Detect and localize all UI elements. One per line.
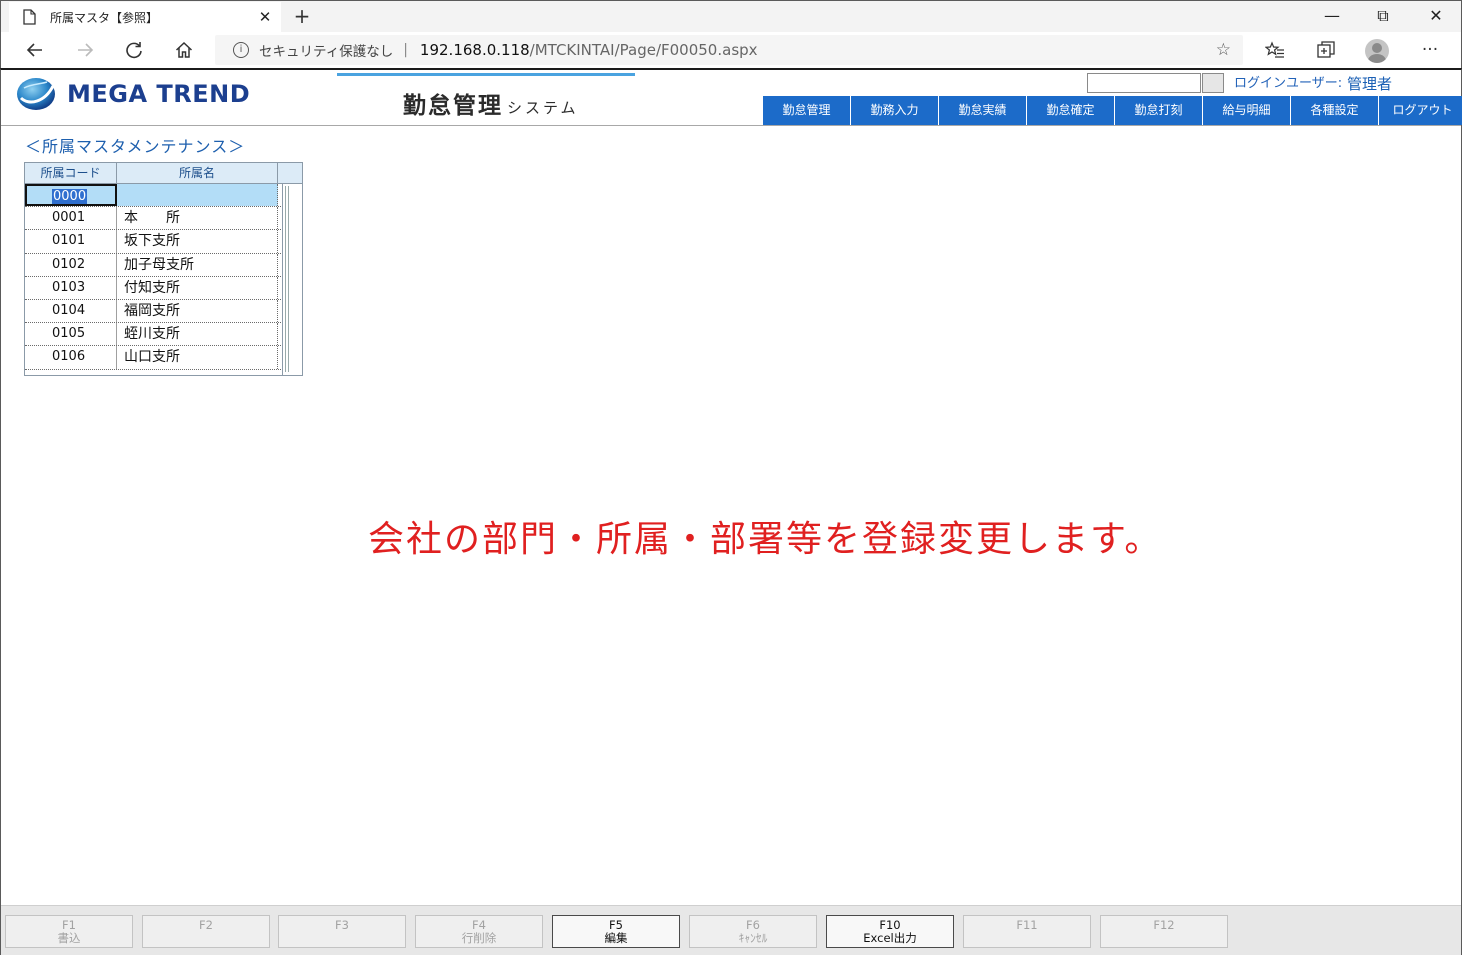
profile-avatar-icon[interactable]	[1365, 39, 1389, 63]
forward-arrow-icon[interactable]	[71, 37, 99, 63]
table-row[interactable]: 0106 山口支所	[25, 346, 281, 370]
cell-name[interactable]: 付知支所	[117, 276, 278, 299]
security-label: セキュリティ保護なし	[259, 44, 394, 60]
function-key-bar: F1 書込 F2 F3 F4 行削除 F5 編集 F6 ｷｬﾝｾﾙ F10 Excel出力…	[1, 905, 1461, 955]
menu-item-kyuyo-meisai[interactable]: 給与明細	[1203, 96, 1290, 125]
minimize-button[interactable]: —	[1317, 4, 1347, 28]
home-icon[interactable]	[170, 37, 198, 63]
more-icon[interactable]: ···	[1416, 37, 1444, 63]
cell-code[interactable]: 0000	[25, 184, 117, 207]
browser-toolbar: i セキュリティ保護なし | 192.168.0.118/MTCKINTAI/P…	[1, 32, 1461, 68]
login-user-name: 管理者	[1347, 75, 1393, 93]
cell-name[interactable]: 加子母支所	[117, 253, 278, 276]
f6-button[interactable]: F6 ｷｬﾝｾﾙ	[689, 915, 817, 948]
cell-name[interactable]	[117, 184, 278, 207]
grid-body: 0000 0001 本 所 0101 坂下支所 0102 加子母支所 0103 …	[25, 184, 281, 370]
menu-item-kintai-kanri[interactable]: 勤怠管理	[763, 96, 850, 125]
browser-chrome: 所属マスタ【参照】 ✕ + — ⧉ ✕ i セキュリティ保護なし | 192.1…	[0, 0, 1462, 68]
back-arrow-icon[interactable]	[21, 37, 49, 63]
cell-code[interactable]: 0104	[25, 299, 117, 323]
f1-button[interactable]: F1 書込	[5, 915, 133, 948]
f10-button[interactable]: F10 Excel出力	[826, 915, 954, 948]
f11-button[interactable]: F11	[963, 915, 1091, 948]
url-separator: |	[403, 42, 408, 58]
menu-item-kintai-kakutei[interactable]: 勤怠確定	[1027, 96, 1114, 125]
login-button[interactable]	[1202, 73, 1224, 93]
new-tab-button[interactable]: +	[291, 4, 313, 28]
login-user-label: ログインユーザー:	[1234, 76, 1343, 91]
menu-item-kintai-dakoku[interactable]: 勤怠打刻	[1115, 96, 1202, 125]
cell-name[interactable]: 福岡支所	[117, 299, 278, 323]
menu-item-kinmu-nyuryoku[interactable]: 勤務入力	[851, 96, 938, 125]
cell-name[interactable]: 坂下支所	[117, 230, 278, 253]
cell-code[interactable]: 0105	[25, 323, 117, 346]
globe-logo-icon	[17, 78, 55, 110]
info-icon[interactable]: i	[233, 42, 249, 58]
menu-item-logout[interactable]: ログアウト	[1379, 96, 1462, 125]
page-icon	[23, 9, 36, 25]
f4-button[interactable]: F4 行削除	[415, 915, 543, 948]
login-input[interactable]	[1087, 73, 1201, 93]
f2-button[interactable]: F2	[142, 915, 270, 948]
table-row[interactable]: 0101 坂下支所	[25, 230, 281, 254]
table-row[interactable]: 0103 付知支所	[25, 276, 281, 300]
table-row[interactable]: 0102 加子母支所	[25, 253, 281, 277]
column-header-code[interactable]: 所属コード	[25, 163, 117, 184]
f3-button[interactable]: F3	[278, 915, 406, 948]
url-path: /MTCKINTAI/Page/F00050.aspx	[529, 41, 758, 59]
window-close-button[interactable]: ✕	[1421, 4, 1451, 28]
cell-code[interactable]: 0102	[25, 253, 117, 276]
address-bar[interactable]: i セキュリティ保護なし | 192.168.0.118/MTCKINTAI/P…	[215, 35, 1243, 65]
column-header-name[interactable]: 所属名	[117, 163, 278, 184]
tab-close-icon[interactable]: ✕	[257, 8, 273, 26]
url-host: 192.168.0.118	[419, 41, 530, 59]
cell-code[interactable]: 0103	[25, 276, 117, 299]
restore-button[interactable]: ⧉	[1368, 4, 1398, 28]
title-accent-line	[337, 73, 635, 76]
cell-code[interactable]: 0106	[25, 346, 117, 369]
table-row[interactable]: 0001 本 所	[25, 207, 281, 231]
cell-name[interactable]: 本 所	[117, 207, 278, 230]
browser-tab[interactable]: 所属マスタ【参照】 ✕	[9, 2, 281, 32]
system-title: 勤怠管理 システム	[403, 86, 579, 120]
tab-title: 所属マスタ【参照】	[50, 10, 159, 25]
grid-scrollbar[interactable]	[282, 184, 302, 375]
table-row[interactable]: 0105 蛭川支所	[25, 323, 281, 347]
brand-name: MEGA TREND	[67, 80, 251, 108]
table-row[interactable]: 0104 福岡支所	[25, 299, 281, 324]
header-divider	[1, 125, 1461, 126]
table-row[interactable]: 0000	[25, 184, 281, 208]
description-text: 会社の部門・所属・部署等を登録変更します。	[368, 519, 1163, 560]
column-header-spacer	[278, 163, 302, 184]
f12-button[interactable]: F12	[1100, 915, 1228, 948]
page-title: ＜所属マスタメンテナンス＞	[25, 137, 246, 156]
menu-item-kakushu-settei[interactable]: 各種設定	[1291, 96, 1378, 125]
page-content: MEGA TREND 勤怠管理 システム ログインユーザー: 管理者 勤怠管理 勤…	[0, 68, 1462, 955]
system-title-main: 勤怠管理	[403, 93, 503, 119]
company-logo: MEGA TREND	[15, 76, 250, 112]
f5-button[interactable]: F5 編集	[552, 915, 680, 948]
cell-code[interactable]: 0101	[25, 230, 117, 253]
cell-name[interactable]: 蛭川支所	[117, 323, 278, 346]
department-grid: 所属コード 所属名 0000 0001 本 所 0101 坂下支所 0102 加…	[24, 162, 303, 376]
menu-item-kintai-jisseki[interactable]: 勤怠実績	[939, 96, 1026, 125]
favorite-star-icon[interactable]: ☆	[1216, 40, 1231, 60]
refresh-icon[interactable]	[120, 37, 148, 63]
main-menu: 勤怠管理 勤務入力 勤怠実績 勤怠確定 勤怠打刻 給与明細 各種設定 ログアウト	[763, 96, 1462, 125]
grid-header: 所属コード 所属名	[25, 163, 302, 184]
cell-code[interactable]: 0001	[25, 207, 117, 230]
cell-name[interactable]: 山口支所	[117, 346, 278, 369]
favorites-list-icon[interactable]	[1261, 37, 1289, 63]
collections-icon[interactable]	[1312, 37, 1340, 63]
system-title-sub: システム	[507, 99, 579, 117]
